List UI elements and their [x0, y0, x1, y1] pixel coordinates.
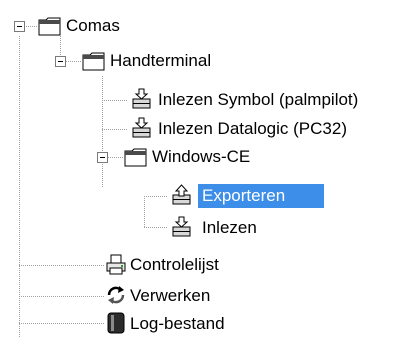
- folder-icon: [82, 52, 105, 71]
- tree-node-inlezen-symbol[interactable]: Inlezen Symbol (palmpilot): [154, 88, 362, 112]
- tree-node-controlelijst[interactable]: Controlelijst: [126, 253, 223, 277]
- export-icon: [172, 184, 191, 205]
- process-icon: [107, 286, 125, 304]
- import-icon: [172, 216, 191, 237]
- import-icon: [132, 117, 151, 138]
- tree-node-log-bestand[interactable]: Log-bestand: [126, 312, 229, 336]
- log-icon: [107, 312, 125, 334]
- import-icon: [132, 88, 151, 109]
- collapse-toggle-comas[interactable]: [14, 21, 25, 32]
- tree-node-verwerken[interactable]: Verwerken: [126, 284, 214, 308]
- folder-icon: [124, 148, 147, 167]
- collapse-toggle-windows-ce[interactable]: [97, 152, 108, 163]
- collapse-toggle-handterminal[interactable]: [55, 56, 66, 67]
- tree-node-handterminal[interactable]: Handterminal: [106, 49, 215, 73]
- tree-node-windows-ce[interactable]: Windows-CE: [148, 145, 254, 169]
- tree-node-comas[interactable]: Comas: [62, 14, 124, 38]
- printer-icon: [106, 254, 126, 275]
- folder-icon: [38, 17, 61, 36]
- tree-node-inlezen-datalogic[interactable]: Inlezen Datalogic (PC32): [154, 117, 351, 141]
- tree-node-inlezen[interactable]: Inlezen: [198, 216, 261, 240]
- tree-view: Comas Handterminal Inlezen Symbol (palmp…: [0, 0, 417, 338]
- tree-node-exporteren[interactable]: Exporteren: [198, 184, 324, 208]
